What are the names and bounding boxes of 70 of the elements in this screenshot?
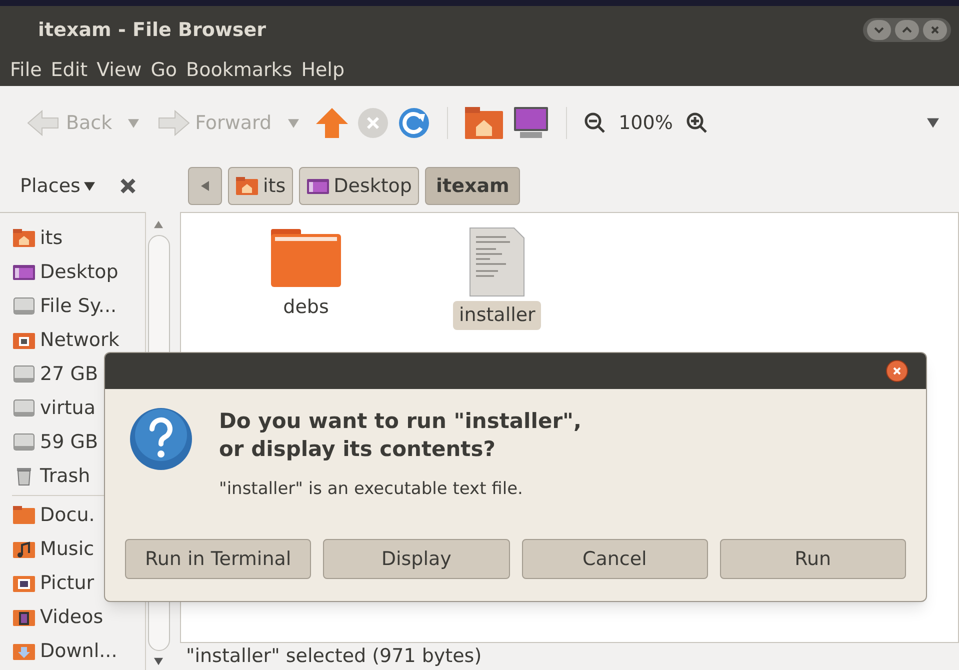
home-folder-icon — [12, 228, 36, 248]
sidebar-item[interactable]: its — [12, 221, 145, 255]
folder-icon[interactable] — [269, 227, 343, 289]
film-folder-icon — [12, 607, 36, 627]
home-folder-icon — [464, 106, 504, 140]
file-name[interactable]: debs — [277, 293, 335, 322]
stop-icon — [356, 107, 389, 139]
sidebar-item[interactable]: 27 GB — [12, 357, 145, 391]
window-title: itexam - File Browser — [38, 18, 266, 43]
scroll-up-icon[interactable] — [154, 220, 163, 229]
sidebar-item[interactable]: Downl... — [12, 634, 145, 668]
close-icon — [930, 26, 940, 34]
sidebar-item[interactable]: Desktop — [12, 255, 145, 289]
music-folder-icon — [12, 539, 36, 559]
sidebar-item[interactable]: File Sy... — [12, 289, 145, 323]
status-text: "installer" selected (971 bytes) — [186, 644, 482, 670]
up-arrow-icon — [314, 107, 349, 139]
sidebar-item[interactable]: virtua — [12, 391, 145, 425]
sidebar-item[interactable]: Videos — [12, 600, 145, 634]
dialog-button[interactable]: Cancel — [522, 539, 708, 579]
zoom-out-icon — [582, 111, 607, 135]
minimize-icon — [874, 26, 884, 34]
monitor-icon — [512, 106, 550, 140]
dialog-button[interactable]: Run in Terminal — [125, 539, 312, 579]
zoom-in-icon — [684, 111, 709, 135]
menu-item[interactable]: Go — [150, 56, 178, 84]
path-button[interactable]: itexam — [425, 167, 520, 205]
menu-item[interactable]: Edit — [50, 56, 88, 84]
dialog-button[interactable]: Display — [323, 539, 510, 579]
downloads-folder-icon — [12, 641, 36, 661]
dialog-heading: Do you want to run "installer", or display its contents? — [219, 408, 582, 463]
question-icon — [129, 407, 193, 471]
sidebar-item[interactable]: 59 GB — [12, 425, 145, 459]
folder-icon — [12, 505, 36, 525]
path-button[interactable]: its — [228, 167, 293, 205]
drive-icon — [12, 398, 36, 418]
drive-icon — [12, 364, 36, 384]
file-name[interactable]: installer — [453, 301, 542, 330]
close-button[interactable] — [886, 360, 908, 382]
path-button[interactable]: Desktop — [298, 167, 419, 205]
sidebar-item[interactable]: Trash — [12, 459, 145, 493]
reload-icon — [396, 106, 431, 140]
text-file-icon[interactable] — [468, 227, 526, 297]
close-icon — [892, 366, 902, 376]
dialog-message: "installer" is an executable text file. — [219, 478, 524, 501]
zoom-level: 100% — [618, 110, 673, 136]
path-back-button[interactable] — [188, 167, 222, 205]
desktop-icon — [12, 262, 36, 282]
network-folder-icon — [12, 330, 36, 350]
menu-item[interactable]: File — [10, 56, 42, 84]
home-folder-icon — [235, 176, 259, 196]
close-icon[interactable] — [119, 177, 138, 195]
sidebar-item[interactable]: Network — [12, 323, 145, 357]
drive-icon — [12, 296, 36, 316]
maximize-button[interactable] — [895, 20, 919, 40]
scroll-down-icon[interactable] — [154, 657, 163, 666]
sidebar-item[interactable]: Docu. — [12, 498, 145, 532]
caret-icon[interactable] — [927, 117, 939, 129]
minimize-button[interactable] — [867, 20, 891, 40]
maximize-icon — [902, 26, 912, 34]
drive-icon — [12, 432, 36, 452]
left-triangle-icon — [201, 181, 209, 191]
menu-item[interactable]: Help — [301, 56, 345, 84]
menu-item[interactable]: Bookmarks — [186, 56, 292, 84]
desktop-icon — [306, 176, 330, 196]
menu-item[interactable]: View — [96, 56, 142, 84]
pictures-folder-icon — [12, 573, 36, 593]
places-dropdown[interactable]: Places — [20, 172, 96, 200]
caret-icon — [84, 182, 96, 190]
dialog-button[interactable]: Run — [720, 539, 906, 579]
